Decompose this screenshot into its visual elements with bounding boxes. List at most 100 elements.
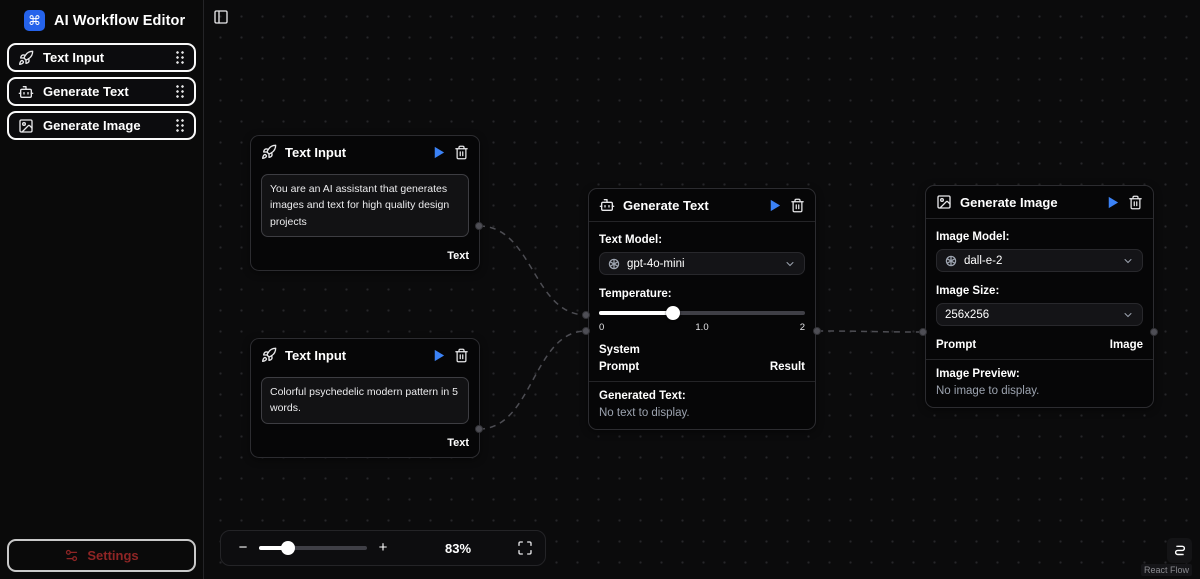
text-model-value: gpt-4o-mini [627, 258, 777, 270]
zoom-percentage: 83% [445, 541, 471, 556]
settings-button[interactable]: Settings [7, 539, 196, 572]
node-body: You are an AI assistant that generates i… [251, 168, 479, 245]
text-model-label: Text Model: [599, 234, 805, 246]
handle-prompt-input[interactable] [582, 327, 590, 335]
rocket-icon [261, 144, 277, 160]
zoom-out-button[interactable]: − [233, 538, 253, 558]
input-handle-label-prompt: Prompt [936, 339, 976, 351]
sidebar-item-label: Generate Image [43, 118, 166, 133]
delete-node-button[interactable] [1128, 195, 1143, 210]
chevron-down-icon [1122, 309, 1134, 321]
handle-image-output[interactable] [1150, 328, 1158, 336]
temperature-scale: 0 1.0 2 [599, 322, 805, 333]
delete-node-button[interactable] [454, 145, 469, 160]
generated-text-label: Generated Text: [599, 390, 805, 402]
sidebar-item-generate-image[interactable]: Generate Image [7, 111, 196, 140]
node-generate-text[interactable]: Generate Text Text Model: gpt-4o-mini Te… [588, 188, 816, 430]
image-model-value: dall-e-2 [964, 255, 1115, 267]
slider-fill [599, 311, 673, 315]
node-body: Text Model: gpt-4o-mini Temperature: 0 1… [589, 222, 815, 381]
sidebar-item-label: Generate Text [43, 84, 166, 99]
run-node-button[interactable] [767, 198, 782, 213]
settings-label: Settings [87, 548, 138, 563]
sliders-icon [64, 548, 79, 563]
scale-min: 0 [599, 322, 604, 333]
handle-system-input[interactable] [582, 311, 590, 319]
image-size-value: 256x256 [945, 309, 1115, 321]
panel-left-toggle-icon[interactable] [213, 9, 229, 25]
node-text-input-2[interactable]: Text Input Colorful psychedelic modern p… [250, 338, 480, 458]
temperature-label: Temperature: [599, 288, 805, 300]
image-model-label: Image Model: [936, 231, 1143, 243]
input-handle-label-prompt: Prompt [599, 361, 639, 373]
sidebar-item-label: Text Input [43, 50, 166, 65]
bot-icon [599, 197, 615, 213]
delete-node-button[interactable] [454, 348, 469, 363]
chevron-down-icon [784, 258, 796, 270]
node-header[interactable]: Text Input [251, 339, 479, 371]
rocket-icon [261, 347, 277, 363]
node-header[interactable]: Generate Image [926, 186, 1153, 219]
grip-icon[interactable] [175, 50, 185, 65]
sidebar-item-text-input[interactable]: Text Input [7, 43, 196, 72]
handle-image-prompt-input[interactable] [919, 328, 927, 336]
image-preview-empty: No image to display. [936, 385, 1143, 397]
sidebar-header: ⌘ AI Workflow Editor [0, 0, 203, 43]
openai-icon [945, 255, 957, 267]
image-preview-section: Image Preview: No image to display. [926, 359, 1153, 407]
image-model-select[interactable]: dall-e-2 [936, 249, 1143, 272]
node-header[interactable]: Text Input [251, 136, 479, 168]
chevron-down-icon [1122, 255, 1134, 267]
react-flow-label: React Flow [1141, 564, 1192, 576]
image-icon [936, 194, 952, 210]
zoom-in-button[interactable]: + [373, 538, 393, 558]
node-title: Generate Image [960, 195, 1097, 210]
generated-text-section: Generated Text: No text to display. [589, 381, 815, 429]
text-input-textarea[interactable]: You are an AI assistant that generates i… [261, 174, 469, 237]
delete-node-button[interactable] [790, 198, 805, 213]
scale-max: 2 [800, 322, 805, 333]
app-title: AI Workflow Editor [54, 13, 185, 29]
image-size-select[interactable]: 256x256 [936, 303, 1143, 326]
react-flow-attribution: React Flow [1141, 538, 1192, 576]
react-flow-logo-icon[interactable] [1167, 538, 1192, 563]
node-header[interactable]: Generate Text [589, 189, 815, 222]
rocket-icon [18, 50, 34, 66]
scale-mid: 1.0 [695, 322, 708, 333]
grip-icon[interactable] [175, 118, 185, 133]
openai-icon [608, 258, 620, 270]
run-node-button[interactable] [431, 348, 446, 363]
output-handle-label: Text [447, 250, 469, 262]
grip-icon[interactable] [175, 84, 185, 99]
handle-text2-output[interactable] [475, 425, 483, 433]
slider-thumb[interactable] [281, 541, 295, 555]
run-node-button[interactable] [431, 145, 446, 160]
image-preview-label: Image Preview: [936, 368, 1143, 380]
handle-result-output[interactable] [813, 327, 821, 335]
sidebar-item-generate-text[interactable]: Generate Text [7, 77, 196, 106]
sidebar: ⌘ AI Workflow Editor Text Input Generate… [0, 0, 204, 579]
node-text-input-1[interactable]: Text Input You are an AI assistant that … [250, 135, 480, 271]
workflow-editor: ⌘ AI Workflow Editor Text Input Generate… [0, 0, 1200, 579]
generated-text-empty: No text to display. [599, 407, 805, 419]
fit-view-icon[interactable] [517, 540, 533, 556]
output-handle-label-result: Result [770, 361, 805, 373]
handle-text1-output[interactable] [475, 222, 483, 230]
output-handle-label: Text [447, 437, 469, 449]
node-title: Text Input [285, 348, 423, 363]
image-icon [18, 118, 34, 134]
node-body: Image Model: dall-e-2 Image Size: 256x25… [926, 219, 1153, 359]
node-title: Generate Text [623, 198, 759, 213]
text-input-textarea[interactable]: Colorful psychedelic modern pattern in 5… [261, 377, 469, 424]
run-node-button[interactable] [1105, 195, 1120, 210]
bot-icon [18, 84, 34, 100]
slider-thumb[interactable] [666, 306, 680, 320]
image-size-label: Image Size: [936, 285, 1143, 297]
text-model-select[interactable]: gpt-4o-mini [599, 252, 805, 275]
zoom-slider[interactable] [259, 541, 367, 555]
zoom-controls-bar: − + 83% [220, 530, 546, 566]
temperature-slider[interactable] [599, 306, 805, 320]
output-handle-label-image: Image [1110, 339, 1143, 351]
command-icon: ⌘ [24, 10, 45, 31]
node-generate-image[interactable]: Generate Image Image Model: dall-e-2 Ima… [925, 185, 1154, 408]
